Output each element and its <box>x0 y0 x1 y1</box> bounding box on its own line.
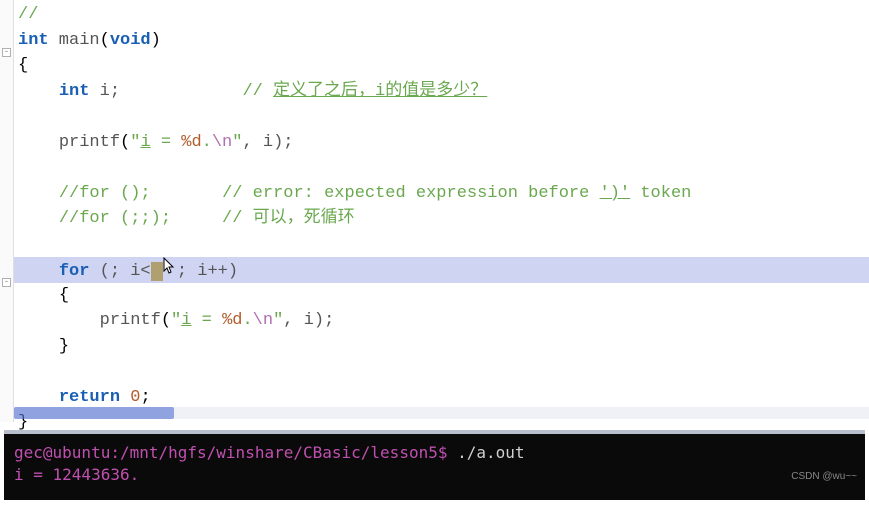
code-line: int i; // 定义了之后，i的值是多少？ <box>14 79 869 105</box>
fold-marker-icon[interactable]: - <box>2 278 11 287</box>
terminal-output[interactable]: gec@ubuntu:/mnt/hgfs/winshare/CBasic/les… <box>4 430 865 500</box>
horizontal-scrollbar[interactable] <box>14 407 869 419</box>
code-line: printf("i = %d.\n", i); <box>14 308 869 334</box>
code-line: int main(void) <box>14 28 869 54</box>
editor-gutter: - - <box>0 0 14 422</box>
code-line-empty <box>14 104 869 130</box>
mouse-cursor-icon <box>163 257 177 275</box>
terminal-line: gec@ubuntu:/mnt/hgfs/winshare/CBasic/les… <box>14 442 855 464</box>
code-line: { <box>14 53 869 79</box>
code-line: { <box>14 283 869 309</box>
code-line: //for (); // error: expected expression … <box>14 181 869 207</box>
scrollbar-thumb[interactable] <box>14 407 174 419</box>
code-line-highlighted: for (; i< ; i++) <box>10 257 869 283</box>
comment: // <box>18 5 38 24</box>
watermark: CSDN @wu~~ <box>791 466 857 488</box>
code-line: //for (;;); // 可以，死循环 <box>14 206 869 232</box>
code-line: // <box>14 2 869 28</box>
text-selection <box>151 262 163 281</box>
terminal-prompt: gec@ubuntu:/mnt/hgfs/winshare/CBasic/les… <box>14 443 457 462</box>
code-line-empty <box>14 155 869 181</box>
terminal-command: ./a.out <box>457 443 524 462</box>
code-content: // int main(void) { int i; // 定义了之后，i的值是… <box>14 0 869 436</box>
code-line: } <box>14 334 869 360</box>
terminal-line: i = 12443636. <box>14 464 855 486</box>
fold-marker-icon[interactable]: - <box>2 48 11 57</box>
code-line-empty <box>14 359 869 385</box>
code-editor[interactable]: - - // int main(void) { int i; // 定义了之后，… <box>0 0 869 422</box>
code-line-empty <box>14 232 869 258</box>
code-line: printf("i = %d.\n", i); <box>14 130 869 156</box>
